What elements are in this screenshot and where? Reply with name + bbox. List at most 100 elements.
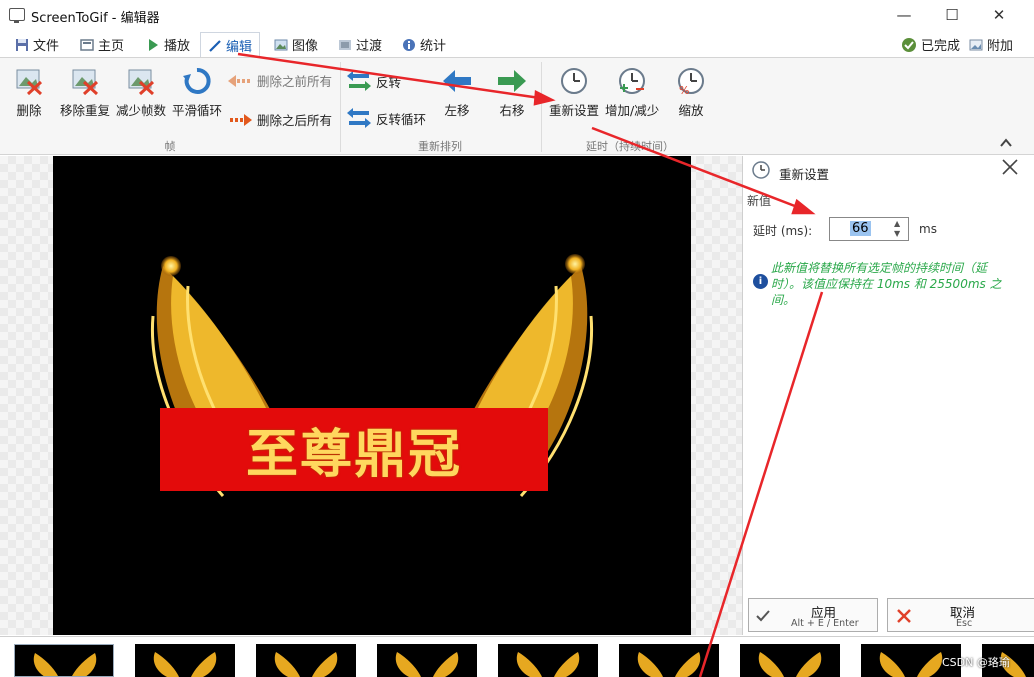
clock-icon bbox=[752, 161, 770, 179]
delete-next-label: 删除之后所有 bbox=[257, 113, 333, 128]
delete-previous-button[interactable]: 删除之前所有 bbox=[228, 71, 332, 90]
spin-down-icon[interactable]: ▼ bbox=[894, 229, 900, 238]
play-icon bbox=[149, 38, 158, 51]
scale-delay-label: 缩放 bbox=[678, 103, 704, 118]
frame-preview: 至尊鼎冠 bbox=[53, 156, 691, 635]
move-right-button[interactable]: 右移 bbox=[497, 66, 527, 119]
delay-input[interactable]: 66 ▲ ▼ bbox=[829, 217, 909, 241]
app-monitor-icon bbox=[9, 8, 25, 23]
image-icon bbox=[274, 39, 288, 50]
attach-label: 附加 bbox=[987, 39, 1014, 54]
tab-transition-label: 过渡 bbox=[356, 39, 383, 54]
info-icon: i bbox=[753, 274, 768, 289]
info-text: 此新值将替换所有选定帧的持续时间（延时）。该值应保持在 10ms 和 25500… bbox=[771, 261, 1002, 307]
clock-plus-minus-icon bbox=[619, 68, 646, 94]
remove-duplicates-button[interactable]: 移除重复 bbox=[60, 66, 110, 119]
collapse-ribbon-button[interactable] bbox=[998, 136, 1014, 150]
panel-title: 重新设置 bbox=[779, 167, 830, 182]
close-panel-button[interactable] bbox=[997, 158, 1023, 184]
frame-thumbnail[interactable] bbox=[740, 644, 840, 677]
tab-edit[interactable]: 编辑 bbox=[200, 32, 261, 58]
reduce-frames-label: 减少帧数 bbox=[116, 103, 167, 118]
scale-delay-button[interactable]: % 缩放 bbox=[676, 66, 706, 119]
tab-play[interactable]: 播放 bbox=[146, 32, 190, 57]
window-title: ScreenToGif - 编辑器 bbox=[31, 11, 160, 26]
delete-button[interactable]: 删除 bbox=[14, 66, 44, 119]
tab-statistics-label: 统计 bbox=[420, 39, 447, 54]
arrow-left-icon bbox=[443, 70, 471, 92]
delete-next-button[interactable]: 删除之后所有 bbox=[228, 110, 332, 129]
delete-frame-icon bbox=[16, 69, 43, 96]
wings-thumbnail bbox=[274, 652, 338, 677]
watermark: CSDN @珞瑜 bbox=[942, 656, 1010, 669]
tab-image[interactable]: 图像 bbox=[274, 32, 318, 57]
remove-duplicates-label: 移除重复 bbox=[60, 103, 111, 118]
tab-file-label: 文件 bbox=[33, 39, 60, 54]
left-dashed-arrow-icon bbox=[228, 74, 250, 87]
wings-thumbnail bbox=[33, 653, 97, 676]
done-label: 已完成 bbox=[921, 39, 961, 54]
group-separator bbox=[541, 62, 542, 152]
increase-decrease-delay-button[interactable]: 增加/减少 bbox=[605, 66, 659, 119]
tab-transition[interactable]: 过渡 bbox=[338, 32, 382, 57]
frame-thumbnail[interactable] bbox=[619, 644, 719, 677]
delete-previous-label: 删除之前所有 bbox=[257, 74, 333, 89]
pencil-icon bbox=[209, 39, 221, 52]
delay-value: 66 bbox=[850, 221, 871, 236]
frames-group-label: 帧 bbox=[164, 140, 176, 153]
frame-thumbnail[interactable] bbox=[135, 644, 235, 677]
tab-image-label: 图像 bbox=[292, 39, 319, 54]
override-delay-button[interactable]: 重新设置 bbox=[549, 66, 599, 119]
reverse-arrows-icon bbox=[347, 71, 371, 91]
frame-thumbnail[interactable] bbox=[377, 644, 477, 677]
maximize-button[interactable]: ☐ bbox=[929, 0, 975, 30]
apply-button[interactable]: 应用 Alt + E / Enter bbox=[748, 598, 878, 632]
clock-percent-icon: % bbox=[678, 68, 704, 96]
title-bar: ScreenToGif - 编辑器 — ☐ ✕ bbox=[0, 0, 1034, 30]
remove-duplicates-icon bbox=[72, 69, 99, 96]
yoyo-button[interactable]: 反转循环 bbox=[347, 108, 426, 128]
move-left-button[interactable]: 左移 bbox=[442, 66, 472, 119]
delete-label: 删除 bbox=[16, 103, 42, 118]
info-icon bbox=[403, 38, 415, 51]
tab-edit-label: 编辑 bbox=[226, 40, 253, 55]
loop-arrow-icon bbox=[183, 67, 211, 94]
reduce-frames-button[interactable]: 减少帧数 bbox=[116, 66, 166, 119]
check-circle-icon bbox=[902, 37, 916, 52]
spin-up-icon[interactable]: ▲ bbox=[894, 219, 900, 228]
svg-text:%: % bbox=[679, 84, 689, 96]
tab-home-label: 主页 bbox=[98, 39, 125, 54]
reverse-label: 反转 bbox=[376, 74, 402, 90]
done-button[interactable]: 已完成 bbox=[901, 32, 960, 57]
reduce-frames-icon bbox=[128, 69, 155, 96]
home-icon bbox=[80, 38, 94, 51]
smooth-loop-label: 平滑循环 bbox=[172, 103, 223, 118]
wings-thumbnail bbox=[758, 652, 822, 677]
arrow-right-icon bbox=[498, 70, 526, 92]
attach-button[interactable]: 附加 bbox=[969, 32, 1013, 57]
override-delay-label: 重新设置 bbox=[549, 103, 600, 118]
tab-home[interactable]: 主页 bbox=[80, 32, 124, 57]
right-dashed-arrow-icon bbox=[230, 113, 252, 126]
chevron-up-icon bbox=[1000, 138, 1012, 147]
golden-wings-image bbox=[150, 254, 594, 498]
yoyo-label: 反转循环 bbox=[376, 111, 427, 127]
frame-thumbnail[interactable] bbox=[14, 644, 114, 677]
move-right-label: 右移 bbox=[499, 103, 525, 118]
reverse-button[interactable]: 反转 bbox=[347, 71, 401, 91]
tab-statistics[interactable]: 统计 bbox=[402, 32, 446, 57]
cancel-button[interactable]: 取消 Esc bbox=[887, 598, 1034, 632]
wings-thumbnail bbox=[395, 652, 459, 677]
close-window-button[interactable]: ✕ bbox=[976, 0, 1022, 30]
override-delay-panel: 重新设置 新值 延时 (ms): 66 ▲ ▼ ms i 此新值将替换所有选定帧… bbox=[742, 156, 1034, 635]
move-left-label: 左移 bbox=[444, 103, 470, 118]
tab-file[interactable]: 文件 bbox=[15, 32, 59, 57]
frame-thumbnail[interactable] bbox=[256, 644, 356, 677]
reorder-group-label: 重新排列 bbox=[418, 140, 462, 153]
minimize-button[interactable]: — bbox=[881, 0, 927, 30]
cancel-shortcut: Esc bbox=[956, 618, 973, 629]
ribbon-panel: 删除 移除重复 减少帧数 平滑循环 删除之前所有 删除之后所有 帧 反转 反转循… bbox=[0, 57, 1034, 155]
smooth-loop-button[interactable]: 平滑循环 bbox=[172, 66, 222, 119]
frame-thumbnail[interactable] bbox=[498, 644, 598, 677]
yoyo-arrows-icon bbox=[347, 108, 371, 128]
